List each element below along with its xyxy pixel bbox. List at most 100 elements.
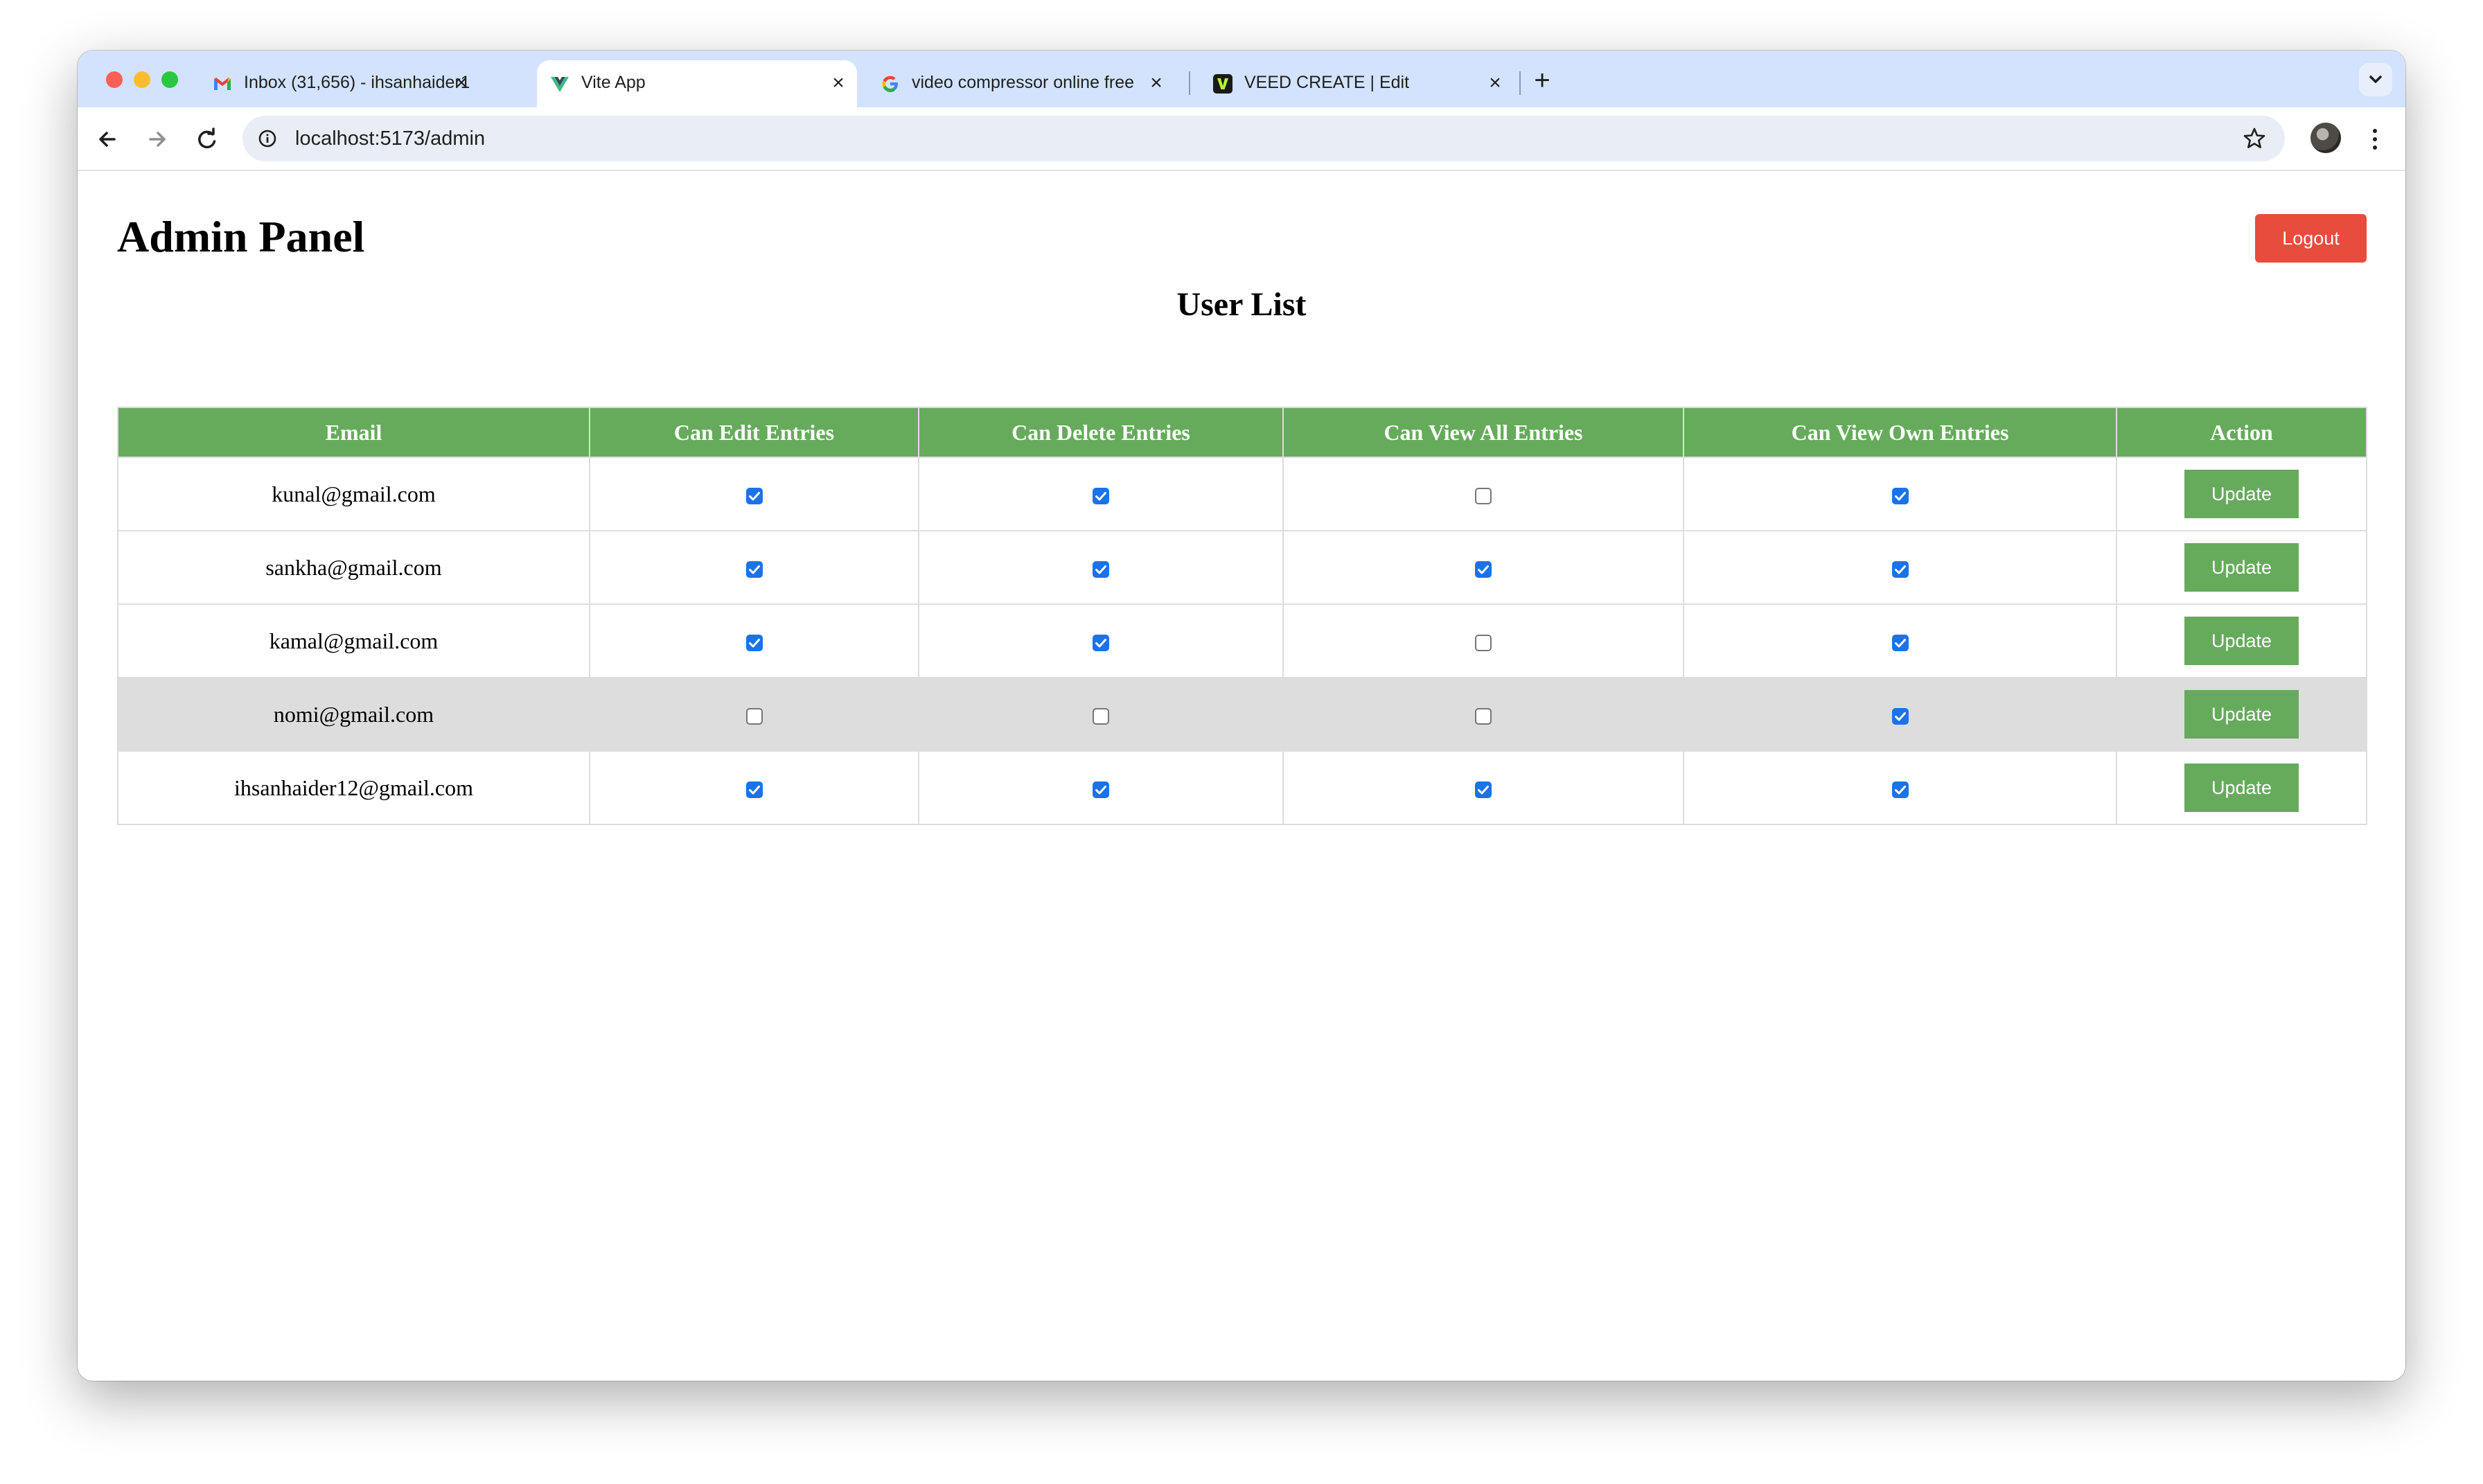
can-view-all-checkbox[interactable] bbox=[1475, 781, 1492, 799]
can-view-all-cell bbox=[1282, 603, 1684, 678]
update-button[interactable]: Update bbox=[2184, 543, 2299, 592]
address-bar[interactable]: localhost:5173/admin bbox=[242, 116, 2285, 161]
can-delete-checkbox[interactable] bbox=[1093, 488, 1109, 505]
can-view-all-cell bbox=[1282, 530, 1684, 605]
browser-toolbar: localhost:5173/admin bbox=[78, 107, 2405, 171]
checkmark-icon bbox=[748, 639, 760, 648]
close-icon[interactable]: × bbox=[1483, 71, 1507, 95]
browser-window: Inbox (31,656) - ihsanhaider1 × Vite App… bbox=[78, 51, 2405, 1381]
info-icon[interactable] bbox=[258, 129, 277, 148]
new-tab-button[interactable]: + bbox=[1526, 64, 1559, 98]
email-cell: nomi@gmail.com bbox=[117, 677, 590, 752]
can-edit-cell bbox=[589, 603, 919, 678]
table-row: kunal@gmail.com Update bbox=[117, 457, 2367, 531]
more-options-icon[interactable] bbox=[2368, 123, 2382, 156]
user-table-body: kunal@gmail.com Update sankha@gmail.com Upd… bbox=[117, 457, 2367, 825]
can-view-all-checkbox[interactable] bbox=[1475, 635, 1492, 652]
can-view-own-checkbox[interactable] bbox=[1891, 708, 1909, 725]
user-table: Email Can Edit Entries Can Delete Entrie… bbox=[117, 407, 2367, 825]
can-edit-checkbox[interactable] bbox=[745, 781, 763, 799]
can-delete-checkbox[interactable] bbox=[1093, 708, 1109, 725]
can-view-all-checkbox[interactable] bbox=[1475, 561, 1492, 578]
update-button[interactable]: Update bbox=[2184, 690, 2299, 739]
section-title: User List bbox=[1176, 286, 1307, 323]
checkmark-icon bbox=[1478, 565, 1489, 574]
tab-gmail[interactable]: Inbox (31,656) - ihsanhaider1 × bbox=[200, 60, 487, 107]
can-delete-cell bbox=[918, 530, 1284, 605]
page-content: Admin Panel Logout User List Email Can E… bbox=[78, 171, 2405, 1381]
can-edit-cell bbox=[589, 750, 919, 825]
action-cell: Update bbox=[2116, 750, 2367, 825]
can-edit-cell bbox=[589, 457, 919, 531]
checkmark-icon bbox=[1095, 492, 1106, 501]
update-button[interactable]: Update bbox=[2184, 763, 2299, 812]
forward-arrow-icon[interactable] bbox=[141, 123, 174, 156]
column-header-email: Email bbox=[117, 407, 590, 458]
page-title: Admin Panel bbox=[117, 212, 365, 261]
veed-icon bbox=[1213, 74, 1232, 94]
can-edit-checkbox[interactable] bbox=[745, 635, 763, 652]
checkmark-icon bbox=[748, 492, 760, 501]
checkmark-icon bbox=[748, 786, 760, 795]
checkmark-icon bbox=[1894, 786, 1906, 795]
can-view-own-cell bbox=[1683, 603, 2117, 678]
can-view-own-checkbox[interactable] bbox=[1891, 561, 1909, 578]
can-view-own-checkbox[interactable] bbox=[1891, 488, 1909, 505]
column-header-can-view-all: Can View All Entries bbox=[1282, 407, 1684, 458]
can-view-all-checkbox[interactable] bbox=[1475, 488, 1492, 505]
tab-separator bbox=[1519, 71, 1521, 95]
tab-separator bbox=[1189, 71, 1190, 95]
can-view-own-cell bbox=[1683, 457, 2117, 531]
google-icon bbox=[882, 76, 898, 92]
table-header-row: Email Can Edit Entries Can Delete Entrie… bbox=[117, 407, 2367, 458]
tab-title: VEED CREATE | Edit bbox=[1244, 73, 1410, 92]
checkmark-icon bbox=[1095, 786, 1106, 795]
checkmark-icon bbox=[1894, 565, 1906, 574]
can-delete-checkbox[interactable] bbox=[1093, 561, 1109, 578]
gmail-icon bbox=[214, 78, 231, 90]
logout-button[interactable]: Logout bbox=[2255, 214, 2367, 263]
tab-veed[interactable]: VEED CREATE | Edit × bbox=[1200, 60, 1519, 107]
url-text: localhost:5173/admin bbox=[295, 127, 486, 150]
can-delete-checkbox[interactable] bbox=[1093, 635, 1109, 652]
can-view-own-checkbox[interactable] bbox=[1891, 635, 1909, 652]
can-view-all-cell bbox=[1282, 457, 1684, 531]
table-row: nomi@gmail.com Update bbox=[117, 677, 2367, 752]
star-icon[interactable] bbox=[2242, 126, 2267, 151]
can-delete-cell bbox=[918, 603, 1284, 678]
tab-title: Inbox (31,656) - ihsanhaider1 bbox=[244, 73, 469, 92]
can-view-all-checkbox[interactable] bbox=[1475, 708, 1492, 725]
back-arrow-icon[interactable] bbox=[91, 123, 124, 156]
window-close-button[interactable] bbox=[106, 71, 123, 88]
action-cell: Update bbox=[2116, 530, 2367, 605]
tab-title: video compressor online free bbox=[912, 73, 1134, 92]
window-maximize-button[interactable] bbox=[161, 71, 178, 88]
close-icon[interactable]: × bbox=[450, 71, 473, 95]
close-icon[interactable]: × bbox=[1145, 71, 1168, 95]
can-edit-checkbox[interactable] bbox=[745, 561, 763, 578]
tab-title: Vite App bbox=[581, 73, 646, 92]
can-view-own-cell bbox=[1683, 750, 2117, 825]
checkmark-icon bbox=[1095, 565, 1106, 574]
window-minimize-button[interactable] bbox=[134, 71, 150, 88]
checkmark-icon bbox=[1894, 492, 1906, 501]
update-button[interactable]: Update bbox=[2184, 470, 2299, 518]
tab-search-button[interactable] bbox=[2359, 63, 2392, 96]
column-header-can-view-own: Can View Own Entries bbox=[1683, 407, 2117, 458]
checkmark-icon bbox=[1894, 639, 1906, 648]
tab-google-search[interactable]: video compressor online free × bbox=[867, 60, 1255, 107]
can-edit-checkbox[interactable] bbox=[745, 488, 763, 505]
close-icon[interactable]: × bbox=[827, 71, 850, 95]
can-view-own-cell bbox=[1683, 677, 2117, 752]
can-view-own-checkbox[interactable] bbox=[1891, 781, 1909, 799]
can-view-all-cell bbox=[1282, 677, 1684, 752]
update-button[interactable]: Update bbox=[2184, 617, 2299, 665]
chevron-down-icon bbox=[2369, 76, 2382, 83]
action-cell: Update bbox=[2116, 677, 2367, 752]
profile-avatar[interactable] bbox=[2310, 123, 2341, 153]
can-delete-checkbox[interactable] bbox=[1093, 781, 1109, 799]
reload-icon[interactable] bbox=[191, 123, 224, 156]
can-edit-checkbox[interactable] bbox=[745, 708, 763, 725]
tab-vite-app[interactable]: Vite App × bbox=[537, 60, 857, 107]
email-cell: kamal@gmail.com bbox=[117, 603, 590, 678]
